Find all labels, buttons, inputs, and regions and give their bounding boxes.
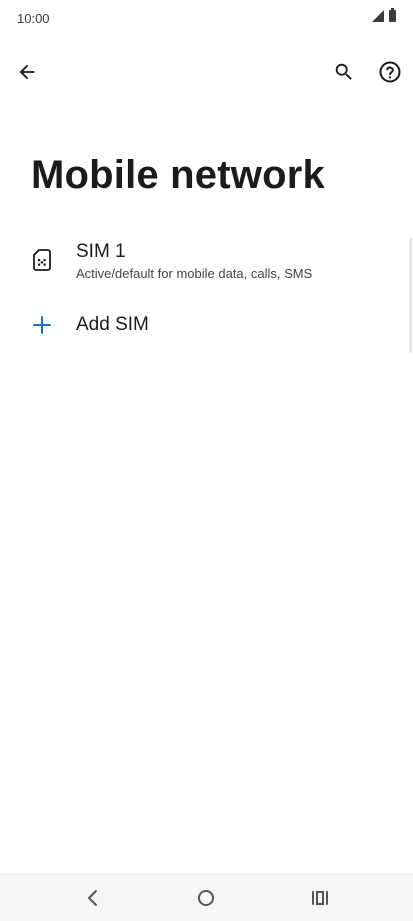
sim-1-subtitle: Active/default for mobile data, calls, S… (76, 266, 313, 281)
back-arrow-icon (19, 64, 35, 80)
nav-home-icon (198, 890, 214, 906)
add-sim-title: Add SIM (76, 314, 149, 335)
signal-icon (372, 10, 384, 22)
nav-recents-button[interactable] (300, 879, 340, 917)
battery-icon (389, 8, 396, 22)
nav-back-button[interactable] (73, 879, 113, 917)
sim-1-title: SIM 1 (76, 241, 126, 262)
help-icon (379, 61, 401, 83)
status-icons (372, 8, 396, 22)
sim-card-icon (30, 248, 54, 272)
plus-icon (30, 313, 54, 337)
list-item-add-sim[interactable]: Add SIM (0, 300, 413, 352)
search-icon (335, 63, 352, 80)
nav-back-icon (88, 890, 97, 906)
scrollbar[interactable] (409, 238, 412, 353)
navigation-bar (0, 874, 413, 921)
list-item-sim-1[interactable]: SIM 1 Active/default for mobile data, ca… (0, 230, 413, 294)
nav-recents-icon (312, 891, 328, 905)
help-button[interactable] (372, 54, 408, 90)
status-bar: 10:00 (0, 0, 413, 36)
page-title: Mobile network (31, 153, 325, 197)
back-button[interactable] (9, 54, 45, 90)
search-button[interactable] (326, 54, 362, 90)
nav-home-button[interactable] (186, 879, 226, 917)
status-time: 10:00 (17, 11, 50, 26)
